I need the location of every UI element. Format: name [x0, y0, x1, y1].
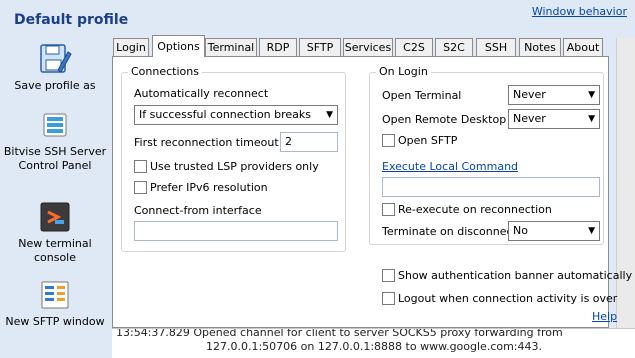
auto-reconnect-label: Automatically reconnect — [134, 87, 269, 100]
execute-local-command-input[interactable] — [382, 177, 600, 197]
tab-notes[interactable]: Notes — [519, 38, 561, 56]
sftp-window-icon — [38, 278, 72, 312]
tab-rdp[interactable]: RDP — [259, 38, 297, 56]
prefer-ipv6-checkbox[interactable] — [134, 181, 147, 194]
sidebar-item-label: Bitvise SSH Server Control Panel — [3, 145, 107, 172]
log-line: 127.0.0.1:50706 on 127.0.0.1:8888 to www… — [206, 340, 543, 353]
save-profile-icon — [38, 42, 72, 76]
trusted-lsp-label: Use trusted LSP providers only — [150, 160, 319, 173]
terminate-value: No — [513, 224, 528, 237]
open-rdp-value: Never — [513, 112, 546, 125]
auto-reconnect-value: If successful connection breaks — [139, 108, 312, 121]
auto-reconnect-select[interactable]: If successful connection breaks ▼ — [134, 105, 338, 125]
prefer-ipv6-label: Prefer IPv6 resolution — [150, 181, 268, 194]
connections-legend: Connections — [128, 65, 202, 78]
connect-from-input[interactable] — [134, 221, 338, 241]
open-sftp-checkbox[interactable] — [382, 134, 395, 147]
open-terminal-label: Open Terminal — [382, 89, 462, 102]
show-banner-label: Show authentication banner automatically — [398, 269, 633, 282]
open-rdp-label: Open Remote Desktop — [382, 113, 507, 126]
terminate-label: Terminate on disconnect — [382, 225, 517, 238]
server-control-panel-icon — [38, 108, 72, 142]
options-panel: Connections Automatically reconnect If s… — [112, 56, 632, 328]
first-timeout-label: First reconnection timeout — [134, 136, 279, 149]
reexecute-checkbox[interactable] — [382, 203, 395, 216]
tab-sftp[interactable]: SFTP — [299, 38, 341, 56]
open-terminal-value: Never — [513, 88, 546, 101]
chevron-down-icon: ▼ — [588, 114, 595, 124]
tab-s2c[interactable]: S2C — [435, 38, 473, 56]
execute-local-command-link[interactable]: Execute Local Command — [382, 160, 518, 173]
vertical-scrollbar[interactable] — [616, 38, 635, 357]
log-panel: 13:54:37.829 Opened channel for client t… — [112, 328, 635, 358]
logout-label: Logout when connection activity is over — [398, 292, 618, 305]
terminate-select[interactable]: No ▼ — [508, 221, 600, 241]
server-control-panel-button[interactable]: Bitvise SSH Server Control Panel — [0, 108, 110, 173]
trusted-lsp-checkbox[interactable] — [134, 160, 147, 173]
on-login-legend: On Login — [376, 65, 431, 78]
chevron-down-icon: ▼ — [588, 90, 595, 100]
help-link[interactable]: Help — [592, 310, 617, 323]
sidebar-item-label: New terminal console — [18, 237, 92, 264]
tab-login[interactable]: Login — [113, 38, 149, 56]
sidebar-item-label: New SFTP window — [5, 315, 105, 328]
open-sftp-label: Open SFTP — [398, 134, 458, 147]
tab-c2s[interactable]: C2S — [395, 38, 433, 56]
new-terminal-console-button[interactable]: New terminal console — [0, 200, 110, 265]
open-terminal-select[interactable]: Never ▼ — [508, 85, 600, 105]
reexecute-label: Re-execute on reconnection — [398, 203, 552, 216]
terminal-console-icon — [38, 200, 72, 234]
connect-from-label: Connect-from interface — [134, 204, 262, 217]
tab-terminal[interactable]: Terminal — [205, 38, 257, 56]
tab-options[interactable]: Options — [152, 35, 205, 57]
logout-checkbox[interactable] — [382, 292, 395, 305]
chevron-down-icon: ▼ — [588, 226, 595, 236]
first-timeout-input[interactable]: 2 — [280, 132, 338, 152]
tab-services[interactable]: Services — [343, 38, 393, 56]
chevron-down-icon: ▼ — [326, 110, 333, 120]
log-line: 13:54:37.829 Opened channel for client t… — [116, 328, 563, 339]
page-title: Default profile — [14, 12, 129, 28]
new-sftp-window-button[interactable]: New SFTP window — [0, 278, 110, 329]
window-behavior-link[interactable]: Window behavior — [532, 5, 627, 18]
open-rdp-select[interactable]: Never ▼ — [508, 109, 600, 129]
tab-about[interactable]: About — [563, 38, 603, 56]
sidebar-item-label: Save profile as — [14, 79, 96, 92]
save-profile-as-button[interactable]: Save profile as — [0, 42, 110, 93]
tab-ssh[interactable]: SSH — [476, 38, 516, 56]
show-banner-checkbox[interactable] — [382, 269, 395, 282]
